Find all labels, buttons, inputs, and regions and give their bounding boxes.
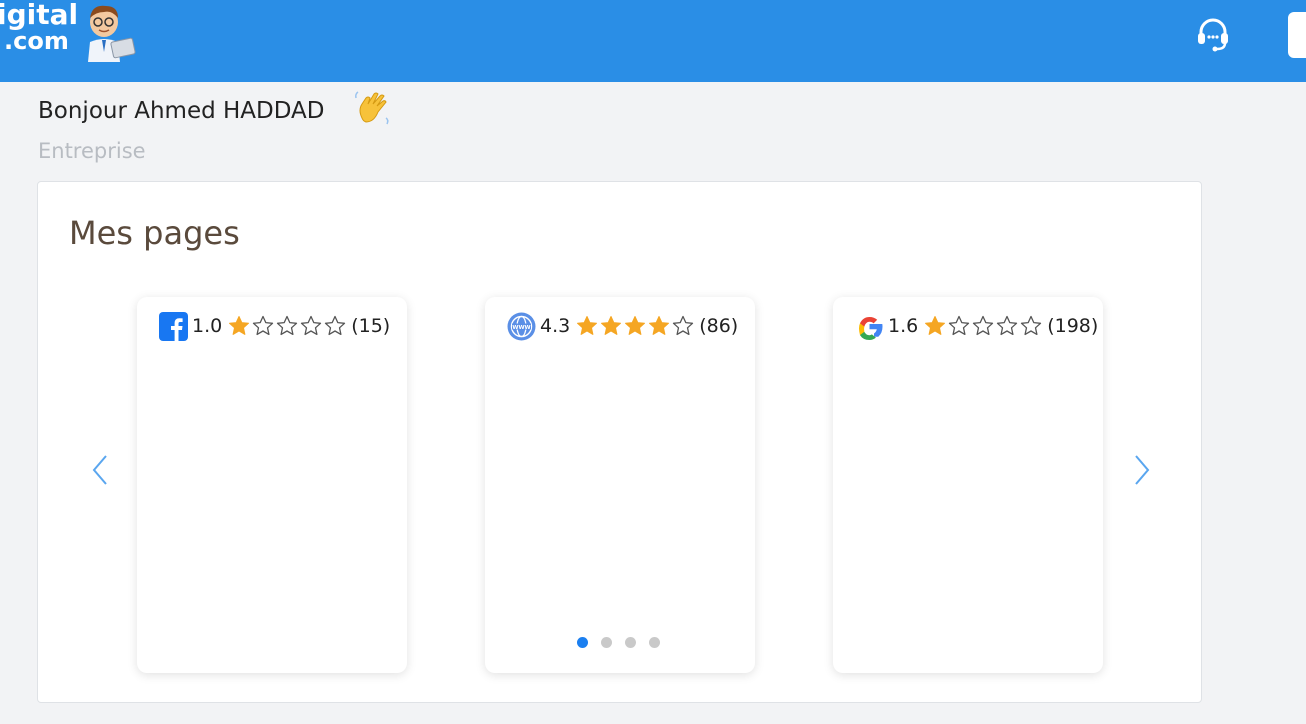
facebook-icon — [159, 311, 188, 341]
star-empty-icon — [277, 315, 298, 336]
star-empty-icon — [301, 315, 322, 336]
star-filled-icon — [625, 316, 646, 335]
star-filled-icon — [229, 316, 250, 335]
chevron-right-icon[interactable] — [1126, 450, 1156, 490]
star-filled-icon — [925, 316, 946, 335]
star-empty-icon — [997, 315, 1018, 336]
star-empty-icon — [325, 315, 346, 336]
top-right-button[interactable] — [1288, 12, 1306, 58]
star-rating — [923, 314, 1043, 338]
rating-score: 4.3 — [540, 315, 571, 337]
chevron-left-icon[interactable] — [86, 450, 116, 490]
top-bar: igital .com — [0, 0, 1306, 82]
my-pages-panel: Mes pages 1.0 (15) WWW 4.3 (86) 1.6 (198… — [37, 181, 1202, 703]
star-rating — [575, 314, 695, 338]
carousel-dot[interactable] — [577, 637, 588, 648]
page-card-facebook[interactable]: 1.0 (15) — [137, 297, 407, 673]
greeting-text: Bonjour Ahmed HADDAD — [38, 98, 325, 124]
page-card-website[interactable]: WWW 4.3 (86) — [485, 297, 755, 673]
star-empty-icon — [949, 315, 970, 336]
carousel-dots — [577, 637, 673, 648]
waving-hand-icon — [355, 91, 389, 125]
rating-score: 1.0 — [192, 315, 223, 337]
star-empty-icon — [253, 315, 274, 336]
google-icon — [859, 316, 883, 340]
user-role: Entreprise — [38, 139, 146, 163]
review-count: (198) — [1047, 315, 1099, 337]
mascot-icon — [88, 5, 136, 62]
star-empty-icon — [973, 315, 994, 336]
star-empty-icon — [1021, 315, 1042, 336]
rating-row: WWW 4.3 (86) — [507, 311, 738, 341]
headset-icon[interactable] — [1193, 14, 1233, 54]
logo[interactable]: igital .com — [0, 0, 79, 55]
website-globe-icon: WWW — [507, 312, 536, 340]
star-rating — [227, 314, 347, 338]
rating-row: 1.0 (15) — [159, 311, 390, 341]
carousel-dot[interactable] — [625, 637, 636, 648]
star-filled-icon — [601, 316, 622, 335]
page-card-google[interactable]: 1.6 (198) — [833, 297, 1103, 673]
star-empty-icon — [673, 315, 694, 336]
review-count: (86) — [699, 315, 739, 337]
panel-title: Mes pages — [69, 214, 240, 252]
review-count: (15) — [351, 315, 391, 337]
carousel-dot[interactable] — [601, 637, 612, 648]
logo-line-2: .com — [4, 27, 69, 55]
star-filled-icon — [577, 316, 598, 335]
svg-text:WWW: WWW — [512, 324, 530, 330]
logo-line-1: igital — [0, 0, 79, 31]
carousel-dot[interactable] — [649, 637, 660, 648]
star-filled-icon — [649, 316, 670, 335]
rating-row: 1.6 (198) — [855, 311, 1098, 341]
rating-score: 1.6 — [888, 315, 919, 337]
